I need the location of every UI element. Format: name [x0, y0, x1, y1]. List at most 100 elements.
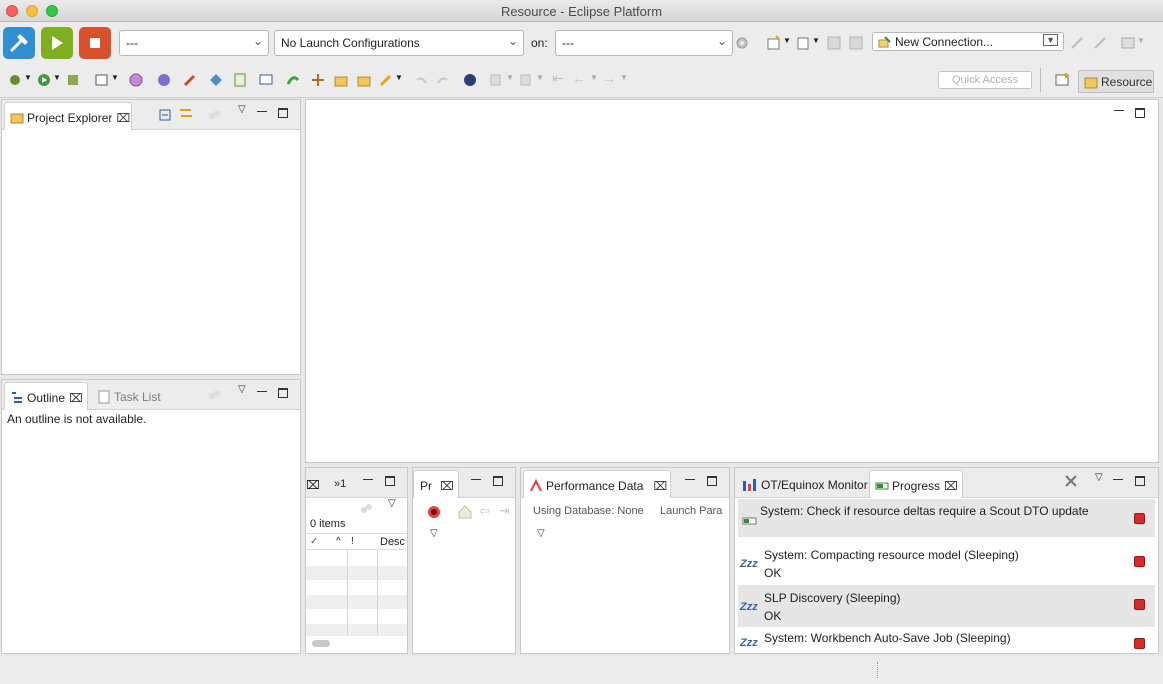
maximize-icon[interactable]: [707, 476, 717, 486]
maximize-icon[interactable]: [278, 108, 288, 118]
dropdown-arrow-icon[interactable]: ▼: [1137, 36, 1145, 45]
close-tab-icon[interactable]: ⌧: [116, 111, 130, 125]
back-icon[interactable]: ←: [572, 70, 586, 86]
new-project-icon[interactable]: [766, 35, 782, 51]
minimize-icon[interactable]: [685, 479, 695, 480]
close-tab-icon[interactable]: ⌧: [440, 479, 454, 493]
tag-icon[interactable]: [208, 72, 224, 88]
dropdown-arrow-icon[interactable]: ▼: [53, 73, 61, 82]
close-tab-icon[interactable]: ⌧: [69, 391, 83, 405]
close-tab-icon[interactable]: ⌧: [304, 470, 326, 498]
terminal-icon[interactable]: [1120, 35, 1136, 51]
coverage-icon[interactable]: [94, 72, 110, 88]
dropdown-arrow-icon[interactable]: ▼: [620, 73, 628, 82]
stop-job-icon[interactable]: [1134, 599, 1145, 610]
column-description[interactable]: Desc: [380, 536, 405, 548]
focus-icon[interactable]: [358, 501, 374, 517]
color-wheel-icon[interactable]: [128, 72, 144, 88]
run-icon[interactable]: [36, 72, 52, 88]
minimize-icon[interactable]: [363, 479, 373, 480]
dropdown-arrow-icon[interactable]: ▼: [395, 73, 403, 82]
launch-button[interactable]: [41, 27, 73, 59]
stop-button[interactable]: [79, 27, 111, 59]
stop-job-icon[interactable]: [1134, 556, 1145, 567]
minimize-icon[interactable]: [471, 479, 481, 480]
dropdown-arrow-icon[interactable]: ▼: [536, 73, 544, 82]
column-done[interactable]: ✓: [310, 536, 318, 547]
back-icon[interactable]: ⇦: [479, 503, 490, 519]
tab-task-list[interactable]: Task List: [94, 382, 167, 410]
console-icon[interactable]: [258, 72, 274, 88]
connect-icon[interactable]: [1069, 35, 1085, 51]
maximize-icon[interactable]: [278, 388, 288, 398]
external-tools-icon[interactable]: [65, 72, 81, 88]
column-priority[interactable]: !: [351, 536, 354, 547]
minimize-icon[interactable]: [1114, 110, 1124, 111]
collapse-all-icon[interactable]: [157, 107, 173, 123]
dropdown-arrow-icon[interactable]: ▼: [783, 36, 791, 45]
editor-area[interactable]: [305, 99, 1159, 463]
close-tab-icon[interactable]: ⌧: [944, 479, 958, 493]
open-type-icon[interactable]: [333, 72, 349, 88]
maximize-icon[interactable]: [385, 476, 395, 486]
disconnect-icon[interactable]: [1092, 35, 1108, 51]
globe-icon[interactable]: [462, 72, 478, 88]
resource-perspective-button[interactable]: Resource: [1078, 70, 1154, 93]
redo-icon[interactable]: [434, 72, 450, 88]
record-icon[interactable]: [426, 504, 442, 520]
focus-icon[interactable]: [206, 107, 222, 123]
view-menu-icon[interactable]: ▽: [238, 384, 246, 395]
tab-performance-data[interactable]: Performance Data ⌧: [523, 470, 671, 498]
focus-icon[interactable]: [206, 387, 222, 403]
last-edit-icon[interactable]: ⇤: [552, 70, 564, 87]
more-tabs-button[interactable]: »1: [330, 470, 352, 498]
minimize-icon[interactable]: [1113, 479, 1123, 480]
minimize-icon[interactable]: [257, 391, 267, 392]
tab-outline[interactable]: Outline ⌧: [4, 382, 88, 410]
edit-icon[interactable]: [182, 72, 198, 88]
dropdown-arrow-icon[interactable]: ▼: [812, 36, 820, 45]
remove-all-finished-icon[interactable]: [1063, 473, 1079, 489]
debug-icon[interactable]: [7, 72, 23, 88]
build-button[interactable]: [3, 27, 35, 59]
view-menu-icon[interactable]: ▽: [388, 498, 396, 509]
forward-icon[interactable]: ⇥: [499, 503, 510, 519]
refresh-icon[interactable]: [285, 72, 301, 88]
maximize-icon[interactable]: [493, 476, 503, 486]
maximize-icon[interactable]: [1135, 476, 1145, 486]
save-icon[interactable]: [826, 35, 842, 51]
plugin-icon[interactable]: [156, 72, 172, 88]
remote-connection-select[interactable]: New Connection... ▼: [872, 32, 1064, 51]
tab-project-explorer[interactable]: Project Explorer ⌧: [4, 102, 132, 130]
close-tab-icon[interactable]: ⌧: [653, 479, 667, 493]
maximize-icon[interactable]: [1135, 108, 1145, 118]
horizontal-scrollbar[interactable]: [312, 640, 330, 647]
dropdown-arrow-icon[interactable]: ▼: [24, 73, 32, 82]
tab-progress[interactable]: Progress ⌧: [869, 470, 963, 498]
launch-mode-select[interactable]: --- ⌄: [119, 30, 269, 56]
home-icon[interactable]: [457, 504, 473, 520]
new-file-icon[interactable]: [795, 35, 811, 51]
previous-annotation-icon[interactable]: [518, 72, 534, 88]
view-menu-icon[interactable]: ▽: [1095, 472, 1103, 483]
hierarchy-icon[interactable]: [310, 72, 326, 88]
dropdown-arrow-icon[interactable]: ▼: [590, 73, 598, 82]
quick-access-input[interactable]: Quick Access: [938, 71, 1032, 89]
document-icon[interactable]: [232, 72, 248, 88]
view-menu-icon[interactable]: ▽: [430, 528, 438, 539]
brush-icon[interactable]: [378, 72, 394, 88]
undo-icon[interactable]: [414, 72, 430, 88]
launch-target-select[interactable]: --- ⌄: [555, 30, 733, 56]
open-perspective-icon[interactable]: [1054, 72, 1070, 88]
stop-job-icon[interactable]: [1134, 638, 1145, 649]
dropdown-arrow-icon[interactable]: ▼: [111, 73, 119, 82]
forward-icon[interactable]: →: [602, 70, 616, 86]
column-sort[interactable]: ^: [336, 536, 341, 547]
view-menu-icon[interactable]: ▽: [537, 528, 545, 539]
stop-job-icon[interactable]: [1134, 513, 1145, 524]
folder-icon[interactable]: [356, 72, 372, 88]
tab-pr[interactable]: Pr ⌧: [413, 470, 459, 498]
save-all-icon[interactable]: [848, 35, 864, 51]
tab-ot-equinox-monitor[interactable]: OT/Equinox Monitor: [737, 470, 874, 498]
link-with-editor-icon[interactable]: [178, 105, 194, 121]
